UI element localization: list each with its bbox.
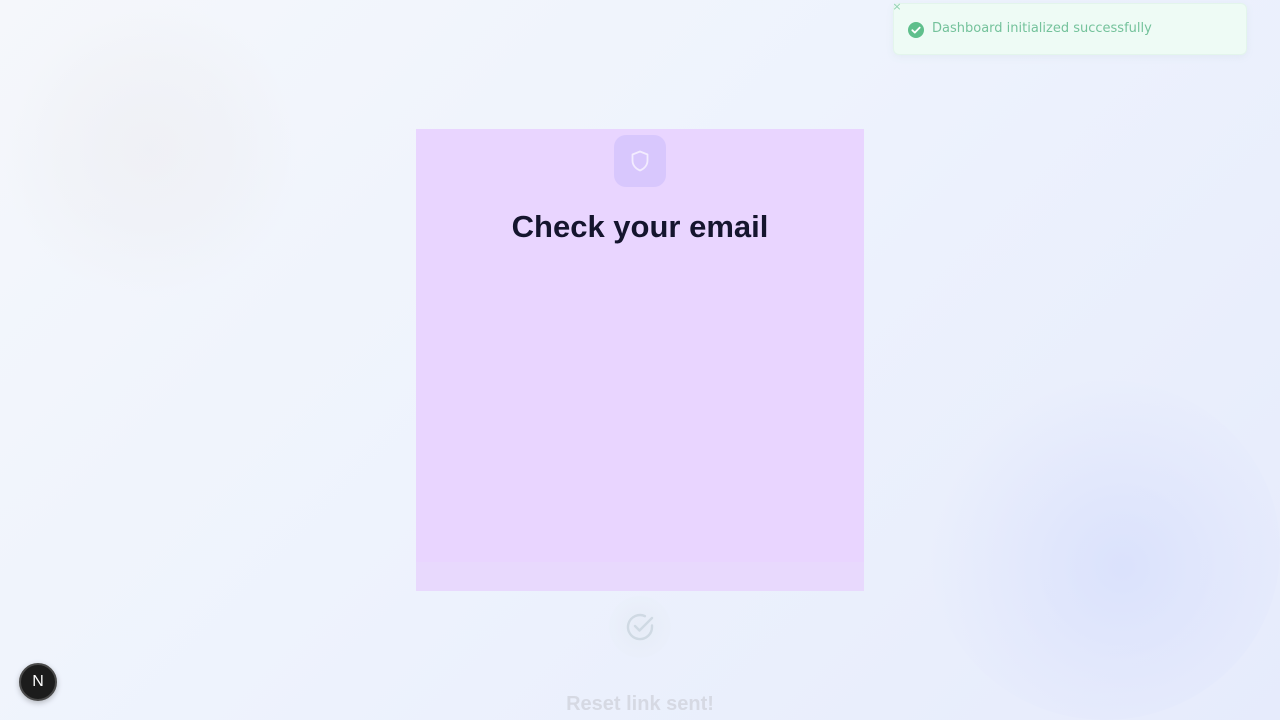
toast-message: Dashboard initialized successfully [932,21,1152,36]
confirmation-title: Reset link sent! [566,693,714,715]
auth-card: Check your email [416,129,864,591]
shield-badge [614,135,666,187]
background-blob [930,380,1280,720]
toast-close-button[interactable]: × [890,0,904,14]
nextjs-dev-indicator[interactable]: N [19,663,57,701]
success-badge [609,596,671,658]
card-footer [416,562,864,591]
page-title: Check your email [511,209,769,244]
check-circle-icon [907,21,925,39]
toast-notification: × Dashboard initialized successfully [890,0,1247,55]
nextjs-logo-icon: N [32,673,44,690]
background-blob [0,0,300,300]
